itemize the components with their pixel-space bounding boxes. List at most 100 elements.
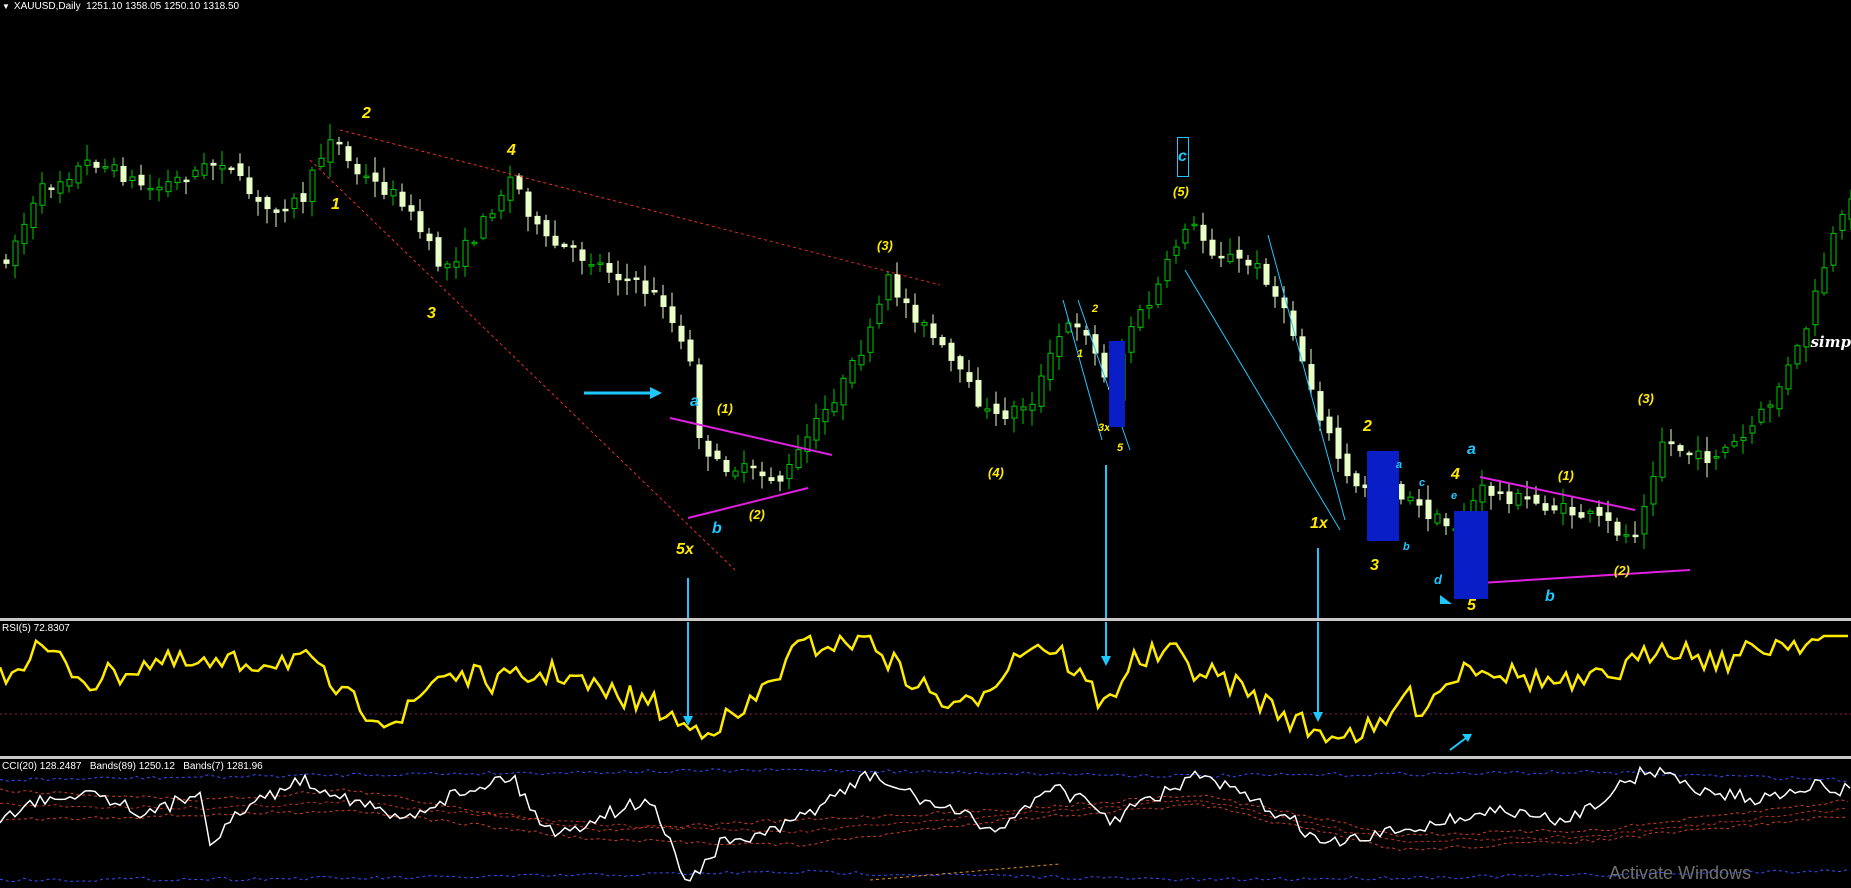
candle-body	[129, 176, 136, 181]
candle-body	[1758, 408, 1765, 423]
candle-body	[264, 196, 271, 210]
wave-label-p2: (2)	[749, 507, 765, 522]
cci-indicator-pane[interactable]: CCI(20) 128.2487 Bands(89) 1250.12 Bands…	[0, 760, 1851, 888]
candle-body	[525, 191, 532, 217]
candle-body	[1398, 484, 1405, 500]
candle-body	[1434, 513, 1441, 524]
candle-body	[1551, 505, 1558, 511]
wave-label-b: b	[712, 520, 722, 537]
candle-body	[642, 280, 649, 294]
candle-body	[1596, 506, 1603, 516]
wave-label-rp1: (1)	[1558, 468, 1574, 483]
candle-body	[1776, 386, 1783, 410]
candle-body	[1200, 224, 1207, 241]
candle-body	[831, 402, 838, 413]
candle-body	[570, 245, 577, 248]
candle-body	[921, 321, 928, 326]
candle-body	[561, 243, 568, 248]
candle-body	[1128, 326, 1135, 353]
rsi-header: RSI(5) 72.8307	[2, 623, 70, 634]
candle-body	[210, 162, 217, 166]
candle-body	[246, 177, 253, 195]
arrow-marker-icon	[1440, 595, 1452, 604]
candle-body	[768, 477, 775, 482]
cci-outer-band-upper	[0, 767, 1849, 782]
candle-body	[759, 471, 766, 477]
candle-body	[1506, 491, 1513, 505]
candle-body	[138, 174, 145, 186]
candle-body	[219, 164, 226, 170]
candle-body	[1416, 499, 1423, 506]
candle-body	[597, 262, 604, 265]
candle-body	[120, 165, 127, 182]
candle-body	[1785, 364, 1792, 390]
candle-body	[1740, 437, 1747, 441]
candle-body	[1173, 246, 1180, 256]
chevron-down-icon[interactable]: ▼	[2, 2, 10, 11]
candle-body	[21, 223, 28, 245]
wave-label-r5: 5	[1467, 597, 1476, 614]
channel-line	[1062, 299, 1103, 441]
channel-line	[1267, 234, 1346, 521]
channel-line	[1184, 269, 1341, 531]
candle-body	[1524, 496, 1531, 500]
wave-label-p4: (4)	[988, 465, 1004, 480]
candle-body	[777, 475, 784, 482]
candle-body	[399, 191, 406, 207]
candle-body	[813, 417, 820, 441]
candle-body	[939, 337, 946, 346]
candle-body	[786, 463, 793, 480]
candle-body	[111, 164, 118, 172]
candle-body	[633, 277, 640, 280]
candle-body	[1704, 451, 1711, 464]
pane-separator[interactable]	[0, 756, 1851, 759]
subwave-label-2: 2	[1092, 303, 1099, 315]
candle-body	[336, 141, 343, 145]
candle-body	[1263, 263, 1270, 285]
candle-body	[1020, 406, 1027, 411]
candle-body	[534, 215, 541, 225]
candle-body	[1839, 213, 1846, 231]
candle-body	[1191, 223, 1198, 227]
candle-body	[255, 196, 262, 202]
wave-label-c: c	[1178, 148, 1187, 165]
candle-body	[1686, 452, 1693, 456]
candle-body	[48, 187, 55, 190]
candle-body	[480, 216, 487, 239]
candle-body	[669, 306, 676, 324]
subwave-label-c: c	[1419, 477, 1426, 489]
wave-label-a: a	[690, 393, 699, 410]
candle-body	[1164, 258, 1171, 282]
chart-header: ▼ XAUUSD,Daily 1251.10 1358.05 1250.10 13…	[2, 1, 239, 12]
pane-separator[interactable]	[0, 618, 1851, 621]
candle-body	[1821, 267, 1828, 294]
candle-body	[660, 295, 667, 308]
cci-header: CCI(20) 128.2487 Bands(89) 1250.12 Bands…	[2, 761, 263, 772]
candle-body	[300, 193, 307, 202]
candle-body	[426, 233, 433, 242]
candle-body	[327, 139, 334, 163]
candle-body	[1038, 375, 1045, 407]
candle-body	[1515, 492, 1522, 506]
price-chart-pane[interactable]: ▼ XAUUSD,Daily 1251.10 1358.05 1250.10 13…	[0, 0, 1851, 618]
arrow-down-icon	[1313, 712, 1323, 722]
candle-body	[1578, 512, 1585, 518]
candle-body	[741, 463, 748, 473]
arrow-head-icon	[650, 387, 662, 399]
candle-body	[624, 278, 631, 282]
candle-body	[1083, 330, 1090, 336]
rsi-indicator-pane[interactable]: RSI(5) 72.8307	[0, 622, 1851, 756]
candle-body	[1344, 453, 1351, 477]
cut-off-text-label: simp	[1810, 333, 1851, 351]
candle-body	[1443, 518, 1450, 527]
candle-body	[543, 220, 550, 237]
candle-body	[192, 169, 199, 177]
candle-body	[1803, 328, 1810, 348]
candle-body	[858, 354, 865, 366]
candle-body	[1614, 521, 1621, 536]
candle-body	[372, 172, 379, 182]
arrow-down-icon	[1101, 656, 1111, 666]
candle-body	[822, 408, 829, 423]
candle-body	[1074, 323, 1081, 328]
candle-body	[354, 163, 361, 175]
